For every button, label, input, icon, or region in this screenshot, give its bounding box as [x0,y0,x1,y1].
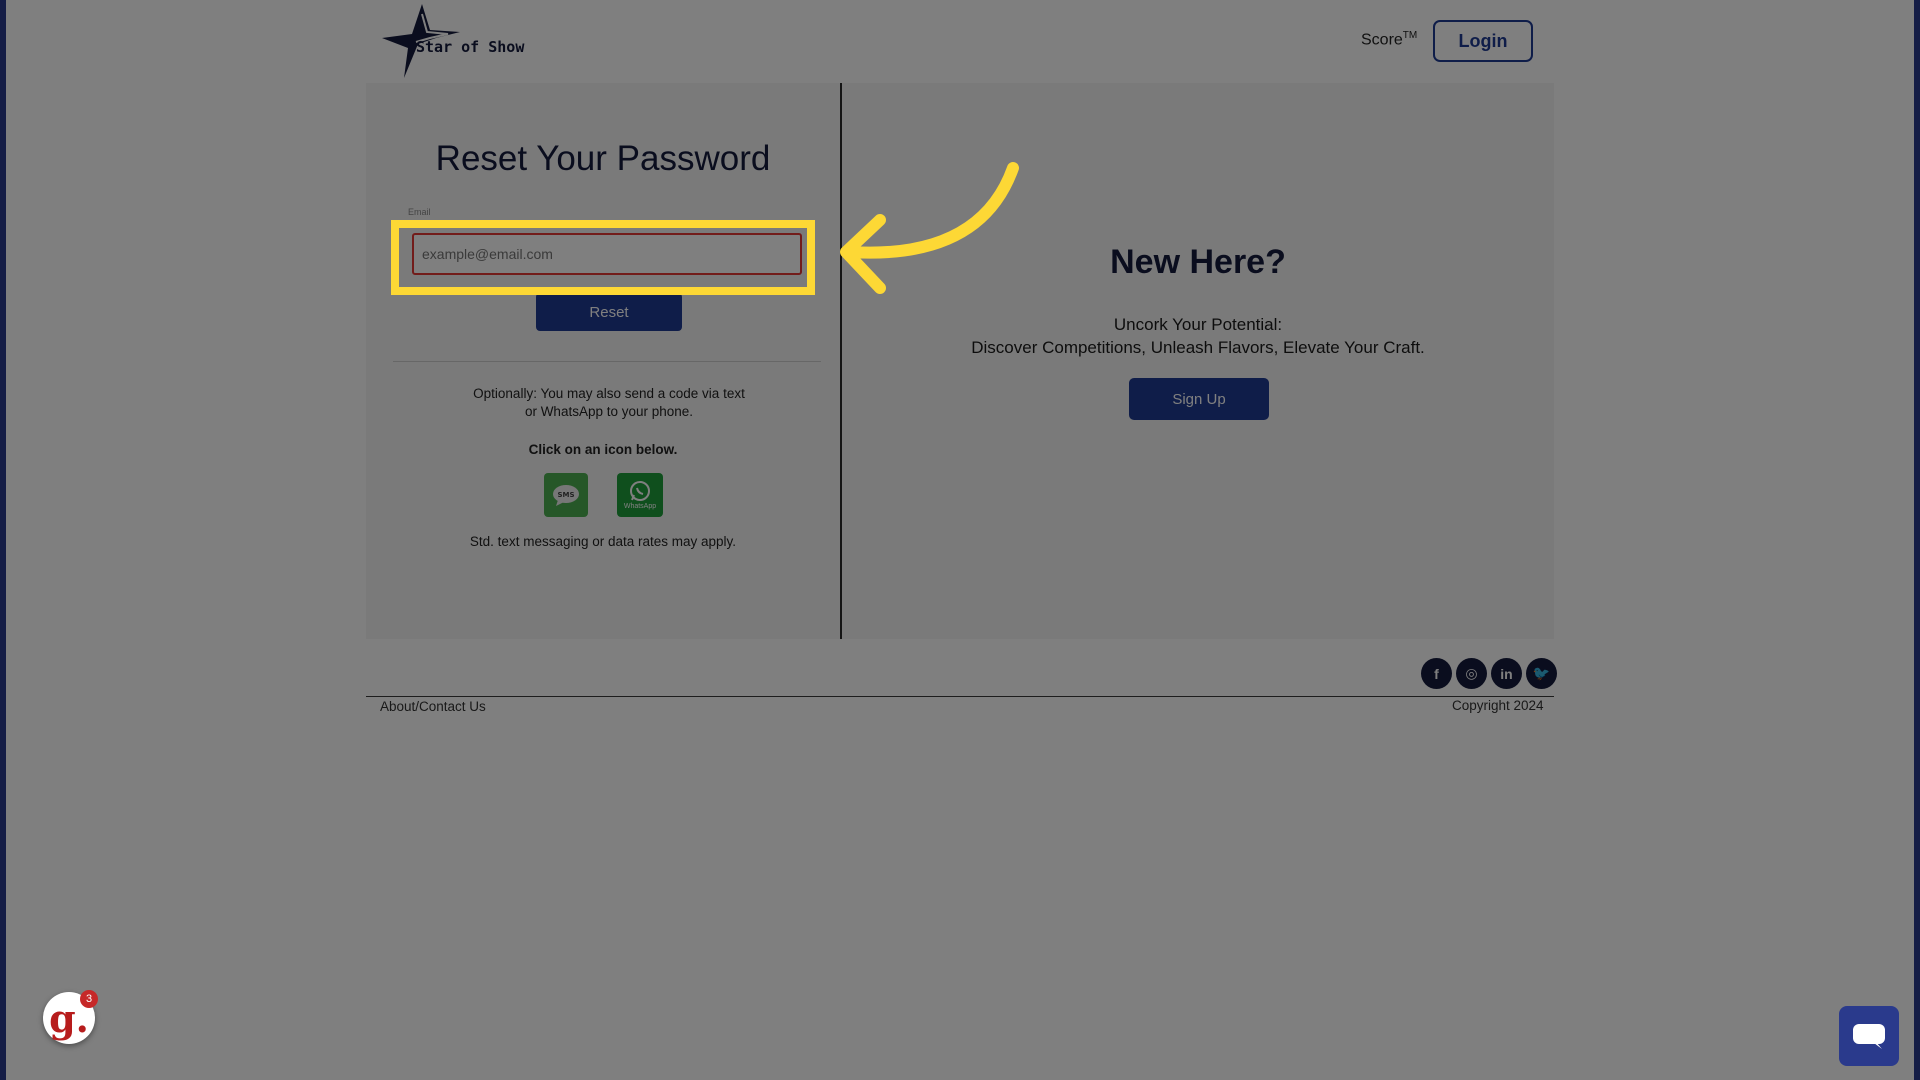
pointer-arrow-icon [840,162,1019,294]
highlight-box [391,220,815,295]
chat-icon [1853,1024,1885,1049]
notification-count-badge: 3 [80,990,98,1008]
chat-button[interactable] [1839,1006,1899,1066]
